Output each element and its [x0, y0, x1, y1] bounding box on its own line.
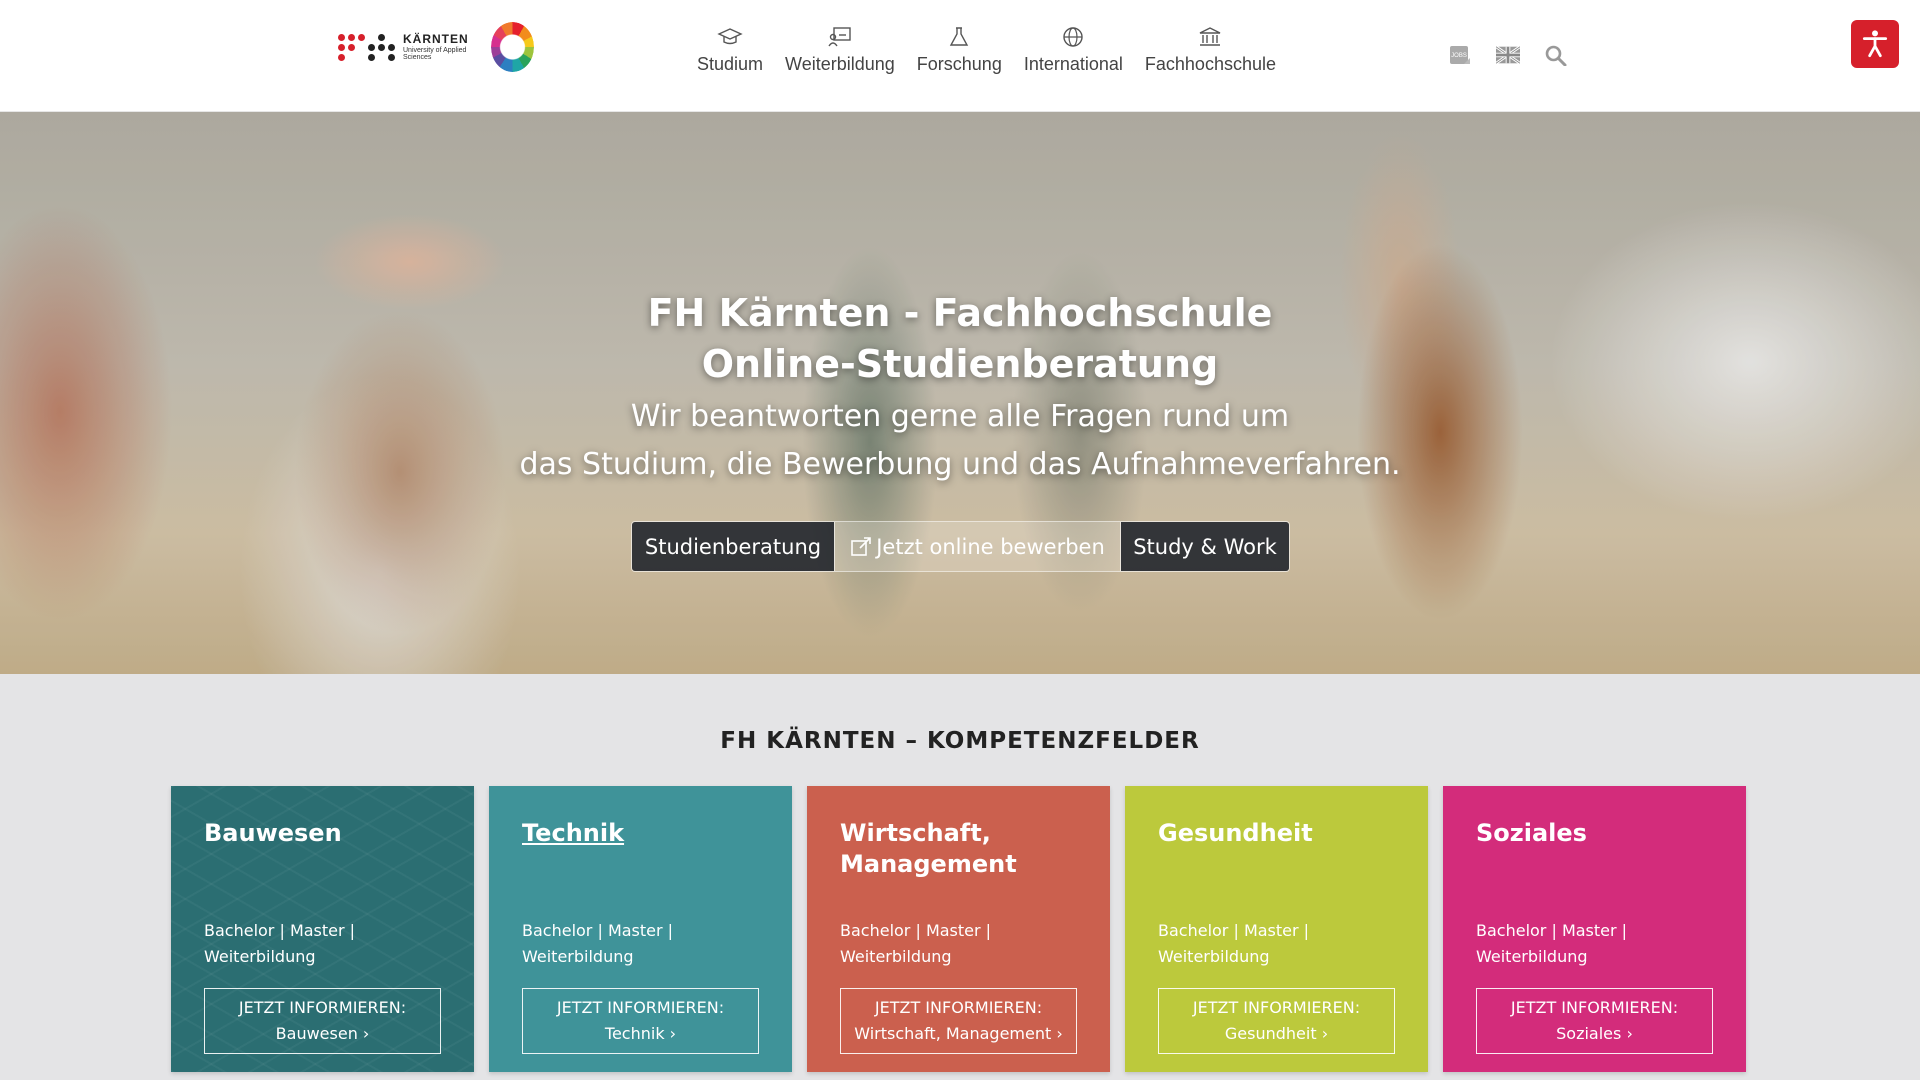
card-title[interactable]: Gesundheit — [1158, 818, 1408, 849]
card-degrees-line2: Weiterbildung — [522, 947, 634, 966]
cta-line2: Wirtschaft, Management › — [854, 1024, 1063, 1043]
card-title[interactable]: Technik — [522, 818, 772, 849]
logo-dots-icon — [338, 33, 395, 61]
card-cta-button[interactable]: JETZT INFORMIEREN: Wirtschaft, Managemen… — [840, 988, 1077, 1054]
nav-label-forschung: Forschung — [916, 54, 1002, 74]
card-gesundheit[interactable]: Gesundheit Bachelor | Master | Weiterbil… — [1125, 786, 1428, 1072]
logo-subtitle: University of Applied Sciences — [403, 47, 467, 61]
card-degrees: Bachelor | Master | Weiterbildung — [1158, 918, 1358, 970]
svg-text:JOBS: JOBS — [1451, 53, 1467, 59]
card-degrees-line2: Weiterbildung — [204, 947, 316, 966]
hero-title-line1: FH Kärnten - Fachhochschule — [647, 291, 1273, 335]
card-degrees-line1: Bachelor | Master | — [1158, 921, 1310, 940]
nav-item-forschung[interactable]: Forschung — [906, 26, 1013, 75]
nav-item-weiterbildung[interactable]: Weiterbildung — [774, 26, 906, 75]
hero-button-group: Studienberatung Jetzt online bewerben St… — [631, 521, 1290, 572]
globe-icon — [1063, 27, 1084, 47]
nav-label-fachhochschule: Fachhochschule — [1144, 54, 1276, 74]
online-bewerben-label: Jetzt online bewerben — [876, 534, 1105, 559]
card-degrees: Bachelor | Master | Weiterbildung — [840, 918, 1040, 970]
card-degrees-line2: Weiterbildung — [840, 947, 952, 966]
card-degrees-line1: Bachelor | Master | — [1476, 921, 1628, 940]
accessibility-button[interactable] — [1851, 20, 1899, 68]
card-cta-button[interactable]: JETZT INFORMIEREN: Technik › — [522, 988, 759, 1054]
nav-label-weiterbildung: Weiterbildung — [785, 54, 895, 74]
hero-subtitle-line1: Wir beantworten gerne alle Fragen rund u… — [630, 399, 1290, 434]
card-degrees-line1: Bachelor | Master | — [522, 921, 674, 940]
card-title[interactable]: Soziales — [1476, 818, 1726, 849]
online-bewerben-button[interactable]: Jetzt online bewerben — [834, 522, 1121, 571]
card-cta-button[interactable]: JETZT INFORMIEREN: Gesundheit › — [1158, 988, 1395, 1054]
card-degrees: Bachelor | Master | Weiterbildung — [204, 918, 404, 970]
logo-brand: KÄRNTEN — [403, 32, 469, 46]
studienberatung-button[interactable]: Studienberatung — [632, 522, 834, 571]
studienberatung-label: Studienberatung — [644, 534, 822, 559]
card-title[interactable]: Wirtschaft, Management — [840, 818, 1090, 880]
kompetenzfelder-title: FH KÄRNTEN – KOMPETENZFELDER — [720, 728, 1200, 754]
accessibility-icon — [1862, 30, 1888, 58]
card-degrees-line2: Weiterbildung — [1158, 947, 1270, 966]
hero-title-line2: Online-Studienberatung — [701, 342, 1219, 386]
cta-line2: Bauwesen › — [275, 1024, 370, 1043]
logo-color-ring-icon — [490, 22, 534, 72]
card-degrees-line1: Bachelor | Master | — [204, 921, 356, 940]
nav-item-fachhochschule[interactable]: Fachhochschule — [1134, 26, 1287, 75]
fh-kaernten-logo[interactable]: KÄRNTEN University of Applied Sciences — [338, 20, 534, 74]
jobs-icon[interactable]: JOBS — [1448, 44, 1472, 66]
nav-label-studium: Studium — [697, 54, 764, 74]
institution-icon — [1200, 27, 1221, 46]
graduation-cap-icon — [717, 28, 743, 45]
search-icon[interactable] — [1544, 44, 1568, 66]
card-cta-button[interactable]: JETZT INFORMIEREN: Bauwesen › — [204, 988, 441, 1054]
hero-banner: FH Kärnten - Fachhochschule Online-Studi… — [0, 112, 1920, 674]
card-soziales[interactable]: Soziales Bachelor | Master | Weiterbildu… — [1443, 786, 1746, 1072]
cta-line1: JETZT INFORMIEREN: — [1510, 998, 1679, 1017]
cta-line1: JETZT INFORMIEREN: — [238, 998, 407, 1017]
presentation-icon — [828, 27, 851, 47]
external-link-icon — [851, 536, 872, 556]
nav-label-international: International — [1023, 54, 1123, 74]
site-header: KÄRNTEN University of Applied Sciences S… — [0, 0, 1920, 112]
study-and-work-label: Study & Work — [1133, 534, 1277, 559]
cta-line1: JETZT INFORMIEREN: — [1192, 998, 1361, 1017]
cta-line2: Gesundheit › — [1224, 1024, 1329, 1043]
card-bauwesen[interactable]: Bauwesen Bachelor | Master | Weiterbildu… — [171, 786, 474, 1072]
cta-line2: Technik › — [604, 1024, 677, 1043]
uk-flag-icon[interactable] — [1496, 44, 1520, 66]
nav-item-studium[interactable]: Studium — [686, 26, 774, 75]
header-tools: JOBS — [1448, 44, 1568, 66]
study-and-work-button[interactable]: Study & Work — [1121, 522, 1289, 571]
cta-line1: JETZT INFORMIEREN: — [556, 998, 725, 1017]
main-navigation: Studium Weiterbildung Forschung Internat… — [686, 26, 1287, 75]
hero-subtitle-line2: das Studium, die Bewerbung und das Aufna… — [519, 447, 1401, 482]
card-degrees-line2: Weiterbildung — [1476, 947, 1588, 966]
card-technik[interactable]: Technik Bachelor | Master | Weiterbildun… — [489, 786, 792, 1072]
flask-icon — [950, 27, 969, 46]
card-degrees: Bachelor | Master | Weiterbildung — [1476, 918, 1676, 970]
kompetenzfelder-cards: Bauwesen Bachelor | Master | Weiterbildu… — [171, 786, 1746, 1072]
cta-line2: Soziales › — [1556, 1024, 1633, 1043]
cta-line1: JETZT INFORMIEREN: — [874, 998, 1043, 1017]
card-cta-button[interactable]: JETZT INFORMIEREN: Soziales › — [1476, 988, 1713, 1054]
card-title[interactable]: Bauwesen — [204, 818, 454, 849]
card-wirtschaft-management[interactable]: Wirtschaft, Management Bachelor | Master… — [807, 786, 1110, 1072]
logo-wordmark: KÄRNTEN University of Applied Sciences — [403, 33, 485, 61]
card-degrees-line1: Bachelor | Master | — [840, 921, 992, 940]
card-degrees: Bachelor | Master | Weiterbildung — [522, 918, 722, 970]
nav-item-international[interactable]: International — [1013, 26, 1134, 75]
